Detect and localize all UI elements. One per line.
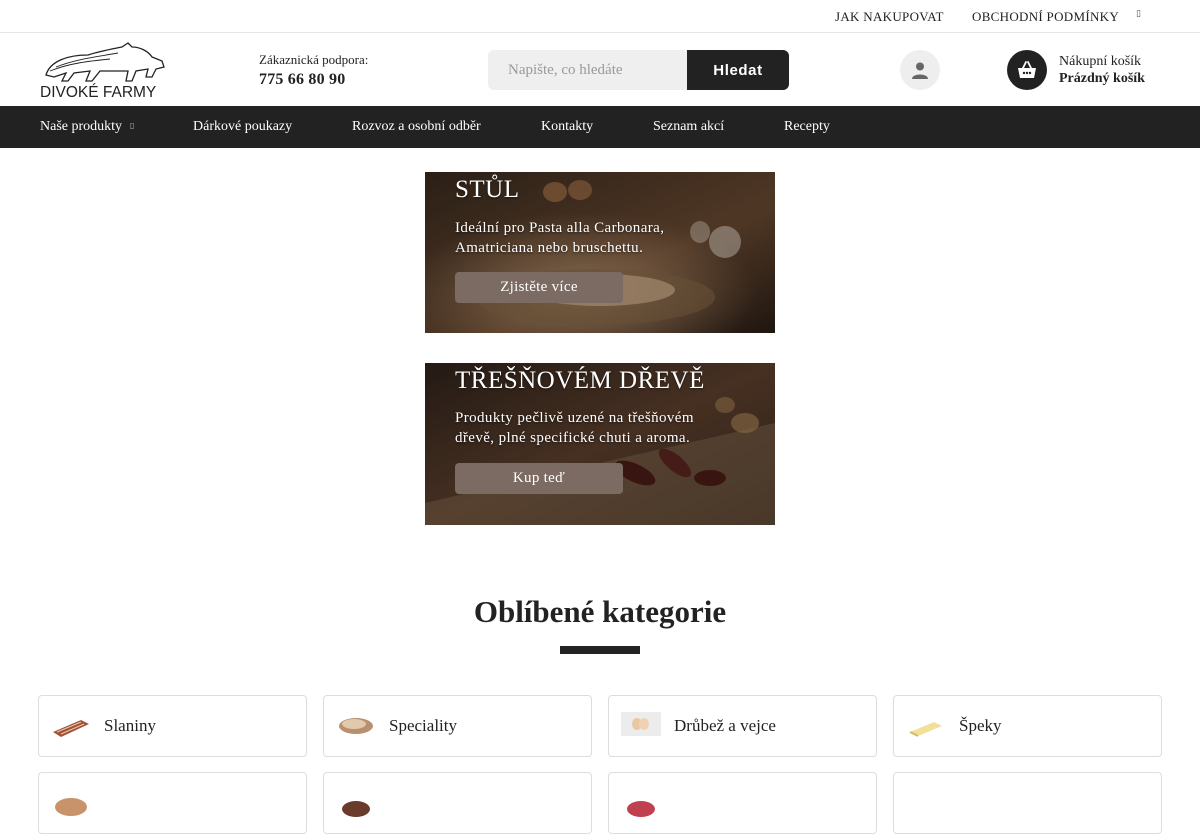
category-card[interactable] [893, 772, 1162, 834]
nav-item-label: Naše produkty [40, 119, 123, 134]
banner-title: STŮL [455, 176, 520, 203]
logo[interactable]: DIVOKÉ FARMY [40, 41, 170, 101]
link-jak-nakupovat[interactable]: JAK NAKUPOVAT [835, 9, 944, 25]
banner-text: Ideální pro Pasta alla Carbonara, Amatri… [455, 220, 665, 256]
cart-title: Nákupní košík [1059, 54, 1142, 69]
promo-banner: TŘEŠŇOVÉM DŘEVĚ Produkty pečlivě uzené n… [425, 363, 775, 525]
basket-icon [1018, 61, 1036, 78]
category-thumbnail-icon [342, 801, 370, 817]
category-card-speky[interactable]: Špeky [893, 695, 1162, 757]
category-thumbnail-icon [55, 798, 87, 816]
nav-item-nase-produkty[interactable]: Naše produkty ▯ [40, 119, 134, 135]
link-obchodni-podminky[interactable]: OBCHODNÍ PODMÍNKY [972, 9, 1119, 25]
nav-item-kontakty[interactable]: Kontakty [541, 119, 593, 135]
top-bar: JAK NAKUPOVAT OBCHODNÍ PODMÍNKY ▯ [0, 0, 1200, 33]
title-underline [560, 646, 640, 654]
account-button[interactable] [900, 50, 940, 90]
search-button[interactable]: Hledat [687, 50, 789, 90]
category-card-drubez-a-vejce[interactable]: Drůbež a vejce [608, 695, 877, 757]
cart-button[interactable] [1007, 50, 1047, 90]
eggs-thumbnail-icon [621, 712, 661, 736]
cart-status: Prázdný košík [1059, 71, 1145, 86]
nav-item-seznam-akci[interactable]: Seznam akcí [653, 119, 724, 135]
customer-support: Zákaznická podpora: 775 66 80 90 [259, 52, 368, 89]
section-title: Oblíbené kategorie [473, 594, 727, 629]
bear-logo-icon: DIVOKÉ FARMY [40, 42, 165, 101]
support-phone[interactable]: 775 66 80 90 [259, 71, 368, 89]
banner-button[interactable]: Zjistěte více [455, 272, 623, 303]
nav-item-darkove-poukazy[interactable]: Dárkové poukazy [193, 119, 292, 135]
promo-banner: STŮL Ideální pro Pasta alla Carbonara, A… [425, 172, 775, 333]
chevron-down-icon: ▯ [130, 121, 135, 130]
category-card-slaniny[interactable]: Slaniny [38, 695, 307, 757]
banner-title: TŘEŠŇOVÉM DŘEVĚ [455, 367, 705, 394]
user-icon [912, 62, 928, 79]
category-card[interactable] [608, 772, 877, 834]
bacon-thumbnail-icon [53, 720, 89, 737]
fatback-thumbnail-icon [909, 722, 942, 737]
more-chevron-icon[interactable]: ▯ [1136, 8, 1141, 19]
svg-text:DIVOKÉ FARMY: DIVOKÉ FARMY [40, 84, 156, 99]
cart-summary[interactable]: Nákupní košík Prázdný košík [1059, 53, 1145, 87]
banner-text: Produkty pečlivě uzené na třešňovém dřev… [455, 410, 694, 446]
nav-item-recepty[interactable]: Recepty [784, 119, 830, 135]
category-card[interactable] [323, 772, 592, 834]
specialty-thumbnail-icon [339, 718, 373, 734]
search-bar: Hledat [488, 50, 789, 90]
category-label: Speciality [389, 716, 457, 735]
category-card[interactable] [38, 772, 307, 834]
main-nav: Naše produkty ▯ Dárkové poukazy Rozvoz a … [0, 106, 1200, 148]
banner-button[interactable]: Kup teď [455, 463, 623, 494]
search-input[interactable] [488, 50, 687, 90]
category-label: Slaniny [104, 716, 156, 735]
nav-item-rozvoz[interactable]: Rozvoz a osobní odběr [352, 119, 481, 135]
support-label: Zákaznická podpora: [259, 52, 369, 67]
category-thumbnail-icon [627, 801, 655, 817]
category-card-speciality[interactable]: Speciality [323, 695, 592, 757]
site-header: DIVOKÉ FARMY Zákaznická podpora: 775 66 … [0, 33, 1200, 106]
category-label: Drůbež a vejce [674, 716, 776, 735]
category-label: Špeky [959, 716, 1002, 735]
